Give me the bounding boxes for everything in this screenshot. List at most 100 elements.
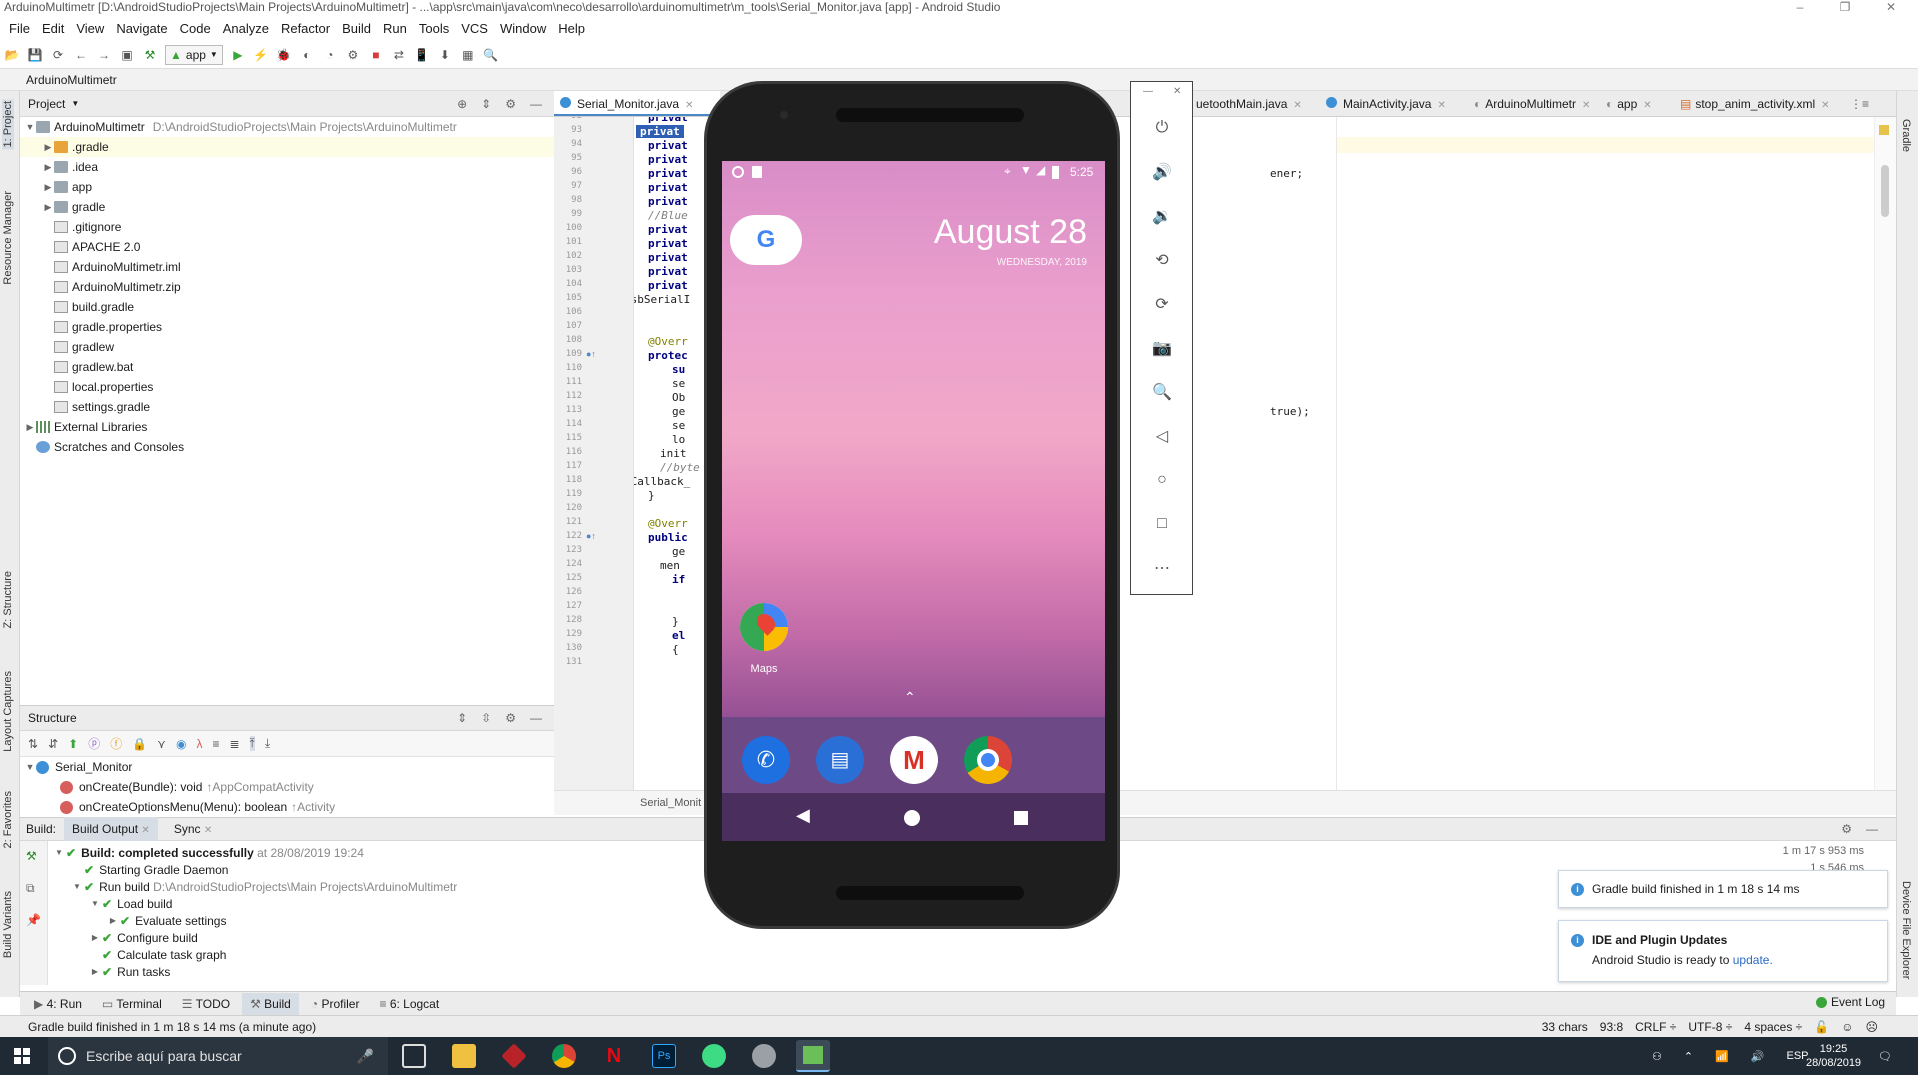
menu-item[interactable]: View	[70, 21, 110, 36]
sort-alpha-icon[interactable]: ⇵	[48, 737, 58, 751]
anonymous-classes-icon[interactable]: ◉	[176, 737, 186, 751]
structure-member[interactable]: onCreateOptionsMenu(Menu): boolean ↑Acti…	[20, 797, 554, 817]
lock-icon[interactable]: 🔓	[1814, 1016, 1829, 1038]
tree-item[interactable]: ▶ app	[20, 177, 554, 197]
expand-arrow-icon[interactable]: ▶	[42, 197, 54, 217]
menu-item[interactable]: Help	[552, 21, 591, 36]
layout-captures-tab[interactable]: Layout Captures	[2, 671, 14, 752]
tree-item[interactable]: gradlew.bat	[20, 357, 554, 377]
chevron-up-icon[interactable]: ⌃	[1684, 1050, 1693, 1063]
volume-up-icon[interactable]: 🔊	[1150, 160, 1174, 184]
menu-item[interactable]: Edit	[36, 21, 70, 36]
build-tree-row[interactable]: ▶ ✔ Run tasks	[88, 964, 171, 980]
emulator-taskbar-icon[interactable]	[796, 1040, 830, 1072]
tree-item[interactable]: ArduinoMultimetr.iml	[20, 257, 554, 277]
close-tab-icon[interactable]: ✕	[1582, 100, 1590, 111]
overview-icon[interactable]: □	[1150, 512, 1174, 536]
menu-item[interactable]: Navigate	[110, 21, 173, 36]
show-properties-icon[interactable]: ⓟ	[88, 735, 100, 752]
volume-icon[interactable]: 🔊	[1751, 1050, 1765, 1063]
bottom-tab[interactable]: ≡ 6: Logcat	[371, 993, 447, 1015]
event-log-button[interactable]: Event Log	[1816, 995, 1885, 1009]
chevron-up-icon[interactable]: ⌃	[904, 689, 916, 706]
zoom-icon[interactable]: 🔍	[1150, 380, 1174, 404]
build-tree-row[interactable]: ✔ Starting Gradle Daemon	[70, 862, 228, 878]
show-inherited-icon[interactable]: ⬆	[68, 737, 78, 751]
microphone-icon[interactable]: 🎤	[357, 1037, 374, 1075]
file-explorer-icon[interactable]	[452, 1044, 476, 1068]
build-tree-row[interactable]: ▼ ✔ Load build	[88, 896, 172, 912]
filter-icon[interactable]: ⋎	[157, 737, 166, 751]
hide-panel-icon[interactable]: —	[530, 711, 542, 725]
tree-item[interactable]: ▶ .idea	[20, 157, 554, 177]
expand-icon[interactable]: ≡	[212, 737, 219, 751]
expand-arrow-icon[interactable]: ▶	[42, 177, 54, 197]
tree-item[interactable]: gradle.properties	[20, 317, 554, 337]
autoscroll-from-source-icon[interactable]: ⤓	[265, 736, 270, 751]
close-tab-icon[interactable]: ✕	[685, 100, 693, 111]
menu-item[interactable]: File	[3, 21, 36, 36]
menu-item[interactable]: Run	[377, 21, 413, 36]
rotate-right-icon[interactable]: ⟳	[1150, 292, 1174, 316]
bottom-tab[interactable]: ☰ TODO	[174, 993, 238, 1015]
build-tree-row[interactable]: ▶ ✔ Evaluate settings	[106, 913, 227, 929]
resource-manager-tab[interactable]: Resource Manager	[2, 191, 14, 285]
close-tab-icon[interactable]: ✕	[1437, 100, 1445, 111]
tree-item[interactable]: ▶ gradle	[20, 197, 554, 217]
google-search-widget-icon[interactable]: G	[730, 215, 802, 265]
open-folder-icon[interactable]: 📂	[4, 47, 20, 63]
netflix-icon[interactable]: N	[602, 1044, 626, 1068]
close-tab-icon[interactable]: ✕	[204, 825, 212, 836]
close-tab-icon[interactable]: ✕	[1293, 100, 1301, 111]
taskbar-search[interactable]: Escribe aquí para buscar 🎤	[48, 1037, 388, 1075]
autoscroll-to-source-icon[interactable]: ⤒	[249, 736, 255, 751]
sync-icon[interactable]: ⟳	[50, 47, 66, 63]
inspector-icon[interactable]: ☺	[1841, 1016, 1853, 1038]
menu-item[interactable]: VCS	[455, 21, 494, 36]
close-tab-icon[interactable]: ✕	[141, 825, 149, 836]
sdk-manager-icon[interactable]: ⬇	[437, 47, 453, 63]
maps-app-icon[interactable]	[740, 603, 788, 651]
minimize-emulator-icon[interactable]: —	[1143, 86, 1153, 97]
feedback-icon[interactable]: ☹	[1865, 1016, 1878, 1038]
close-emulator-icon[interactable]: ✕	[1173, 86, 1181, 97]
override-marker-icon[interactable]: ●↑	[586, 349, 596, 359]
messages-app-icon[interactable]: ▤	[816, 736, 864, 784]
apply-changes-icon[interactable]: ⚡	[253, 47, 269, 63]
phone-app-icon[interactable]: ✆	[742, 736, 790, 784]
attach-debugger-icon[interactable]: ⚙	[345, 47, 361, 63]
gradle-tool-tab[interactable]: Gradle	[1900, 119, 1912, 152]
build-tree-row[interactable]: ▶ ✔ Configure build	[88, 930, 198, 946]
back-nav-icon[interactable]: ◀	[796, 805, 810, 826]
stop-icon[interactable]: ■	[368, 47, 384, 63]
tab-main-activity[interactable]: MainActivity.java ✕	[1320, 91, 1446, 116]
chevron-right-icon[interactable]: ▶	[88, 930, 102, 946]
expand-arrow-icon[interactable]: ▼	[24, 757, 36, 777]
run-icon[interactable]: ▶	[230, 47, 246, 63]
tab-app[interactable]: ◐ app ✕	[1600, 91, 1652, 116]
toggle-view-icon[interactable]: ⧉	[26, 881, 35, 896]
inspection-status-icon[interactable]	[1879, 125, 1889, 135]
tree-item[interactable]: .gitignore	[20, 217, 554, 237]
chrome-app-icon[interactable]	[964, 736, 1012, 784]
emulator-screen[interactable]: ⌖ ▼ ◢ 5:25 G August 28 WEDNESDAY, 2019 M…	[722, 161, 1105, 841]
structure-class[interactable]: ▼ Serial_Monitor	[20, 757, 554, 777]
more-icon[interactable]: ⋯	[1150, 556, 1174, 580]
hammer-icon[interactable]: ⚒	[26, 849, 37, 863]
phone-date[interactable]: August 28	[934, 213, 1087, 252]
hide-panel-icon[interactable]: —	[530, 97, 542, 111]
tree-external-libraries[interactable]: ▶ External Libraries	[20, 417, 554, 437]
gear-icon[interactable]: ⚙	[1841, 822, 1852, 836]
chrome-icon[interactable]	[552, 1044, 576, 1068]
chevron-down-icon[interactable]: ▼	[52, 845, 66, 861]
tree-item[interactable]: ArduinoMultimetr.zip	[20, 277, 554, 297]
expand-arrow-icon[interactable]: ▶	[42, 157, 54, 177]
run-config-select[interactable]: ▲ app ▼	[165, 44, 223, 65]
chevron-right-icon[interactable]: ▶	[106, 913, 120, 929]
override-marker-icon[interactable]: ●↑	[586, 531, 596, 541]
sync-gradle-icon[interactable]: ⇄	[391, 47, 407, 63]
app-icon-red[interactable]	[501, 1043, 527, 1069]
hide-panel-icon[interactable]: —	[1866, 822, 1878, 836]
bottom-tab[interactable]: ▭ Terminal	[94, 993, 170, 1015]
file-encoding[interactable]: UTF-8 ÷	[1688, 1016, 1732, 1038]
